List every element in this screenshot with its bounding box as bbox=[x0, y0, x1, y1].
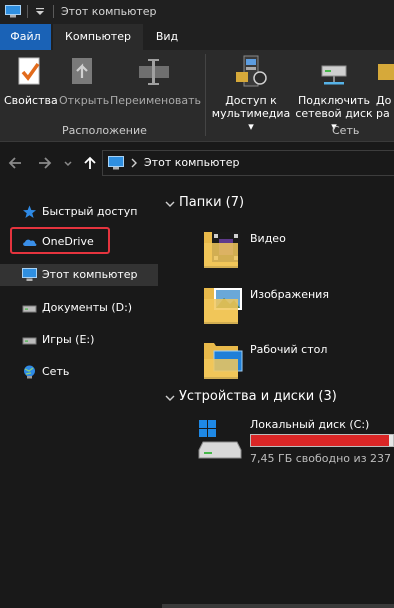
nav-item-network[interactable]: Сеть bbox=[0, 361, 158, 383]
properties-icon bbox=[18, 57, 40, 85]
nav-item-this-pc[interactable]: Этот компьютер bbox=[0, 264, 158, 286]
system-drive-icon bbox=[198, 420, 242, 459]
network-drive-icon bbox=[321, 65, 347, 85]
drive-label: Локальный диск (C:) bbox=[250, 418, 370, 431]
nav-item-label: Документы (D:) bbox=[42, 301, 133, 314]
drive-usage-fill bbox=[251, 435, 389, 446]
media-access-button[interactable]: Доступ к мультимедиа ▾ bbox=[210, 54, 292, 133]
navigation-bar: Этот компьютер bbox=[0, 143, 394, 183]
desktop-folder-icon bbox=[204, 343, 243, 379]
folder-label: Видео bbox=[250, 232, 286, 245]
nav-item-label: Сеть bbox=[42, 365, 70, 378]
recent-locations-chevron-icon[interactable] bbox=[63, 155, 73, 171]
back-arrow-icon[interactable] bbox=[7, 155, 23, 171]
window-title: Этот компьютер bbox=[61, 5, 157, 18]
computer-icon bbox=[108, 156, 124, 170]
tab-file[interactable]: Файл bbox=[0, 24, 51, 50]
computer-icon[interactable] bbox=[5, 5, 21, 18]
location-group-label: Расположение bbox=[62, 124, 147, 137]
star-icon bbox=[23, 205, 36, 218]
properties-button[interactable]: Свойства bbox=[4, 54, 58, 107]
video-folder-icon bbox=[204, 232, 240, 268]
add-network-location-label-1: До bbox=[376, 94, 392, 107]
network-icon bbox=[24, 365, 35, 379]
folder-item[interactable]: Видео bbox=[202, 226, 392, 278]
open-label: Открыть bbox=[59, 94, 110, 107]
drive-icon bbox=[22, 337, 37, 345]
address-bar[interactable]: Этот компьютер bbox=[102, 150, 394, 176]
horizontal-scrollbar[interactable] bbox=[162, 604, 394, 608]
drive-free-space: 7,45 ГБ свободно из 237 ГБ bbox=[250, 452, 394, 465]
chevron-down-icon bbox=[165, 201, 175, 207]
section-title: Устройства и диски (3) bbox=[179, 389, 337, 404]
address-path: Этот компьютер bbox=[144, 156, 240, 169]
section-title: Папки (7) bbox=[179, 195, 245, 210]
customize-quick-access-icon[interactable] bbox=[36, 8, 44, 16]
nav-item-label: Игры (E:) bbox=[42, 333, 95, 346]
title-separator bbox=[53, 5, 54, 18]
navigation-pane: Быстрый доступ OneDrive Этот компьютер Д… bbox=[0, 190, 160, 608]
media-access-label-1: Доступ к bbox=[225, 94, 277, 107]
open-button[interactable]: Открыть bbox=[59, 54, 110, 107]
network-location-icon bbox=[378, 64, 394, 80]
add-network-location-label-2: ра bbox=[376, 107, 390, 120]
up-arrow-icon[interactable] bbox=[82, 155, 98, 171]
computer-icon bbox=[22, 268, 37, 281]
devices-section-header[interactable]: Устройства и диски (3) bbox=[162, 386, 392, 410]
drive-usage-bar bbox=[250, 434, 394, 447]
media-server-icon bbox=[236, 55, 267, 87]
folder-item[interactable]: Рабочий стол bbox=[202, 337, 392, 389]
forward-arrow-icon[interactable] bbox=[37, 155, 53, 171]
content-pane: Папки (7) Видео Изображения Рабочий стол… bbox=[162, 190, 394, 608]
drive-item-c[interactable]: Локальный диск (C:) 7,45 ГБ свободно из … bbox=[197, 416, 394, 476]
add-network-location-button[interactable]: До ра bbox=[376, 54, 394, 120]
media-access-label-2: мультимедиа ▾ bbox=[211, 107, 291, 133]
folders-section-header[interactable]: Папки (7) bbox=[162, 192, 362, 216]
chevron-right-icon[interactable] bbox=[130, 158, 138, 168]
folder-label: Рабочий стол bbox=[250, 343, 328, 356]
nav-item-quick-access[interactable]: Быстрый доступ bbox=[0, 201, 158, 223]
rename-label: Переименовать bbox=[110, 94, 202, 107]
tab-view[interactable]: Вид bbox=[144, 24, 190, 50]
nav-item-games-drive[interactable]: Игры (E:) bbox=[0, 329, 158, 351]
folder-item[interactable]: Изображения bbox=[202, 282, 392, 334]
rename-icon bbox=[139, 59, 169, 85]
nav-item-documents-drive[interactable]: Документы (D:) bbox=[0, 297, 158, 319]
map-network-drive-button[interactable]: Подключить сетевой диск ▾ bbox=[294, 54, 374, 133]
network-group-label: Сеть bbox=[332, 124, 360, 137]
group-separator bbox=[205, 54, 206, 136]
title-bar: Этот компьютер bbox=[0, 0, 394, 24]
nav-item-label: Этот компьютер bbox=[42, 268, 138, 281]
tab-computer[interactable]: Компьютер bbox=[53, 24, 143, 50]
title-separator bbox=[27, 5, 28, 18]
properties-label: Свойства bbox=[4, 94, 58, 107]
ribbon-tabs: Файл Компьютер Вид bbox=[0, 24, 394, 50]
drive-icon bbox=[22, 305, 37, 313]
pictures-folder-icon bbox=[204, 288, 242, 324]
open-icon bbox=[72, 58, 92, 84]
folder-label: Изображения bbox=[250, 288, 329, 301]
onedrive-highlight-box bbox=[10, 227, 110, 254]
nav-item-label: Быстрый доступ bbox=[42, 205, 138, 218]
map-network-drive-label-1: Подключить bbox=[297, 94, 371, 107]
chevron-down-icon bbox=[165, 395, 175, 401]
ribbon: Свойства Открыть Переименовать Расположе… bbox=[0, 50, 394, 142]
rename-button[interactable]: Переименовать bbox=[110, 54, 202, 107]
